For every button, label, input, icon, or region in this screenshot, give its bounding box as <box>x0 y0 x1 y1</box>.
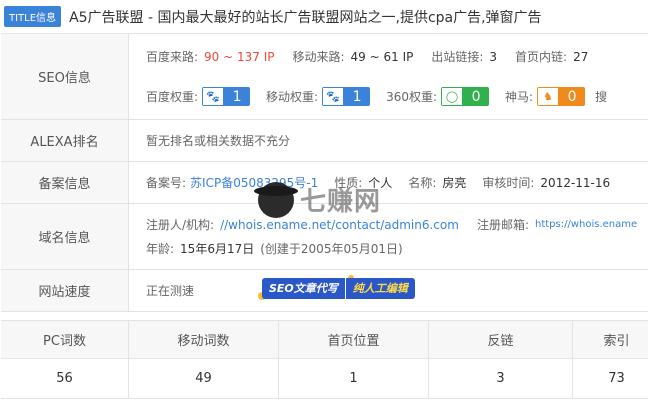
stats-header-row: PC词数 移动词数 首页位置 反链 索引 <box>1 321 648 359</box>
domain-label: 域名信息 <box>1 204 129 269</box>
home-links-value: 27 <box>573 49 589 64</box>
beian-name-value: 房亮 <box>442 176 467 190</box>
seo-label: SEO信息 <box>1 34 129 119</box>
mobile-traffic-label: 移动来路: <box>292 50 345 64</box>
mobile-weight-label: 移动权重: <box>266 90 319 104</box>
seo-weight-line: 百度权重: 🐾 1 移动权重: 🐾 1 360权重: ◯ 0 神马: ♞ 0 搜 <box>146 77 648 117</box>
shenma-badge[interactable]: ♞ 0 <box>537 87 586 106</box>
alexa-line: 暂无排名或相关数据不充分 <box>146 132 648 149</box>
watermark-face-icon <box>254 181 298 218</box>
page-title: A5广告联盟 - 国内最大最好的站长广告联盟网站之一,提供cpa广告,弹窗广告 <box>69 9 542 26</box>
beian-line: 备案号: 苏ICP备05083295号-1 性质: 个人 名称: 房亮 审核时间… <box>146 174 648 191</box>
shenma-horse-icon: ♞ <box>537 87 560 106</box>
stats-value-backlinks[interactable]: 3 <box>429 359 573 398</box>
home-links-label: 首页内链: <box>515 50 568 64</box>
email-label: 注册邮箱: <box>476 218 529 232</box>
baidu-weight-label: 百度权重: <box>146 90 199 104</box>
speed-value: 正在测速 <box>146 284 195 298</box>
stats-value-position[interactable]: 1 <box>279 359 429 398</box>
stats-header-backlinks: 反链 <box>429 321 573 358</box>
alexa-value: 暂无排名或相关数据不充分 <box>146 134 291 148</box>
shenma-label: 神马: <box>505 90 534 104</box>
beian-number-label: 备案号: <box>146 176 187 190</box>
mobile-paw-icon: 🐾 <box>322 87 345 106</box>
beian-body: 备案号: 苏ICP备05083295号-1 性质: 个人 名称: 房亮 审核时间… <box>129 162 648 203</box>
stats-header-pc: PC词数 <box>1 321 129 358</box>
stats-value-index[interactable]: 73 <box>573 359 648 398</box>
registrar-link[interactable]: //whois.ename.net/contact/admin6.com <box>220 218 459 232</box>
mobile-traffic-value: 49 ~ 61 IP <box>350 49 414 64</box>
title-bar: TITLE信息 A5广告联盟 - 国内最大最好的站长广告联盟网站之一,提供cpa… <box>0 0 648 33</box>
shenma-value: 0 <box>559 87 586 106</box>
domain-age-line: 年龄: 15年6月17日 (创建于2005年05月01日) <box>146 237 648 261</box>
mobile-weight-badge[interactable]: 🐾 1 <box>322 87 371 106</box>
weight360-badge[interactable]: ◯ 0 <box>441 87 490 106</box>
beian-audit-label: 审核时间: <box>482 176 535 190</box>
beian-audit-value: 2012-11-16 <box>540 175 611 190</box>
age-label: 年龄: <box>146 242 175 256</box>
domain-body: 注册人/机构: //whois.ename.net/contact/admin6… <box>129 204 648 269</box>
stats-table: PC词数 移动词数 首页位置 反链 索引 56 49 1 3 73 <box>1 320 648 399</box>
outbound-label: 出站链接: <box>431 50 484 64</box>
created-date: (创建于2005年05月01日) <box>260 242 403 256</box>
weight360-label: 360权重: <box>386 90 438 104</box>
seo-writing-banner[interactable]: SEO文章代写 纯人工编辑 <box>262 278 415 299</box>
seo-row: SEO信息 百度来路: 90 ~ 137 IP 移动来路: 49 ~ 61 IP… <box>1 34 648 120</box>
weight360-value: 0 <box>463 87 490 106</box>
watermark-text: 七赚网 <box>300 187 382 217</box>
baidu-traffic-value: 90 ~ 137 IP <box>204 49 275 64</box>
registrar-label: 注册人/机构: <box>146 218 215 232</box>
baidu-paw-icon: 🐾 <box>202 87 225 106</box>
baidu-weight-value: 1 <box>224 87 251 106</box>
360-ring-icon: ◯ <box>441 87 464 106</box>
email-link[interactable]: https://whois.ename <box>535 219 637 230</box>
stats-header-index: 索引 <box>573 321 648 358</box>
beian-label: 备案信息 <box>1 162 129 203</box>
stats-value-pc[interactable]: 56 <box>1 359 129 398</box>
watermark-logo: 七赚网 <box>254 181 382 218</box>
outbound-value: 3 <box>489 49 498 64</box>
seo-body: 百度来路: 90 ~ 137 IP 移动来路: 49 ~ 61 IP 出站链接:… <box>129 34 648 119</box>
domain-registrar-line: 注册人/机构: //whois.ename.net/contact/admin6… <box>146 213 648 237</box>
baidu-weight-badge[interactable]: 🐾 1 <box>202 87 251 106</box>
mobile-weight-value: 1 <box>344 87 371 106</box>
stats-header-mobile: 移动词数 <box>129 321 279 358</box>
site-info-table: SEO信息 百度来路: 90 ~ 137 IP 移动来路: 49 ~ 61 IP… <box>1 33 648 312</box>
promo-right-text: 纯人工编辑 <box>344 278 415 299</box>
age-value: 15年6月17日 <box>180 242 255 256</box>
alexa-body: 暂无排名或相关数据不充分 <box>129 120 648 161</box>
stats-header-position: 首页位置 <box>279 321 429 358</box>
alexa-row: ALEXA排名 暂无排名或相关数据不充分 <box>1 120 648 162</box>
beian-name-label: 名称: <box>408 176 437 190</box>
alexa-label: ALEXA排名 <box>1 120 129 161</box>
seo-traffic-line: 百度来路: 90 ~ 137 IP 移动来路: 49 ~ 61 IP 出站链接:… <box>146 37 648 77</box>
watermark-hat-icon <box>254 185 298 196</box>
stats-value-row: 56 49 1 3 73 <box>1 359 648 399</box>
stats-value-mobile[interactable]: 49 <box>129 359 279 398</box>
speed-label: 网站速度 <box>1 270 129 311</box>
sogou-label-cut: 搜 <box>595 90 608 104</box>
baidu-traffic-label: 百度来路: <box>146 50 199 64</box>
promo-left-text: SEO文章代写 <box>262 278 345 299</box>
title-badge: TITLE信息 <box>4 6 62 27</box>
